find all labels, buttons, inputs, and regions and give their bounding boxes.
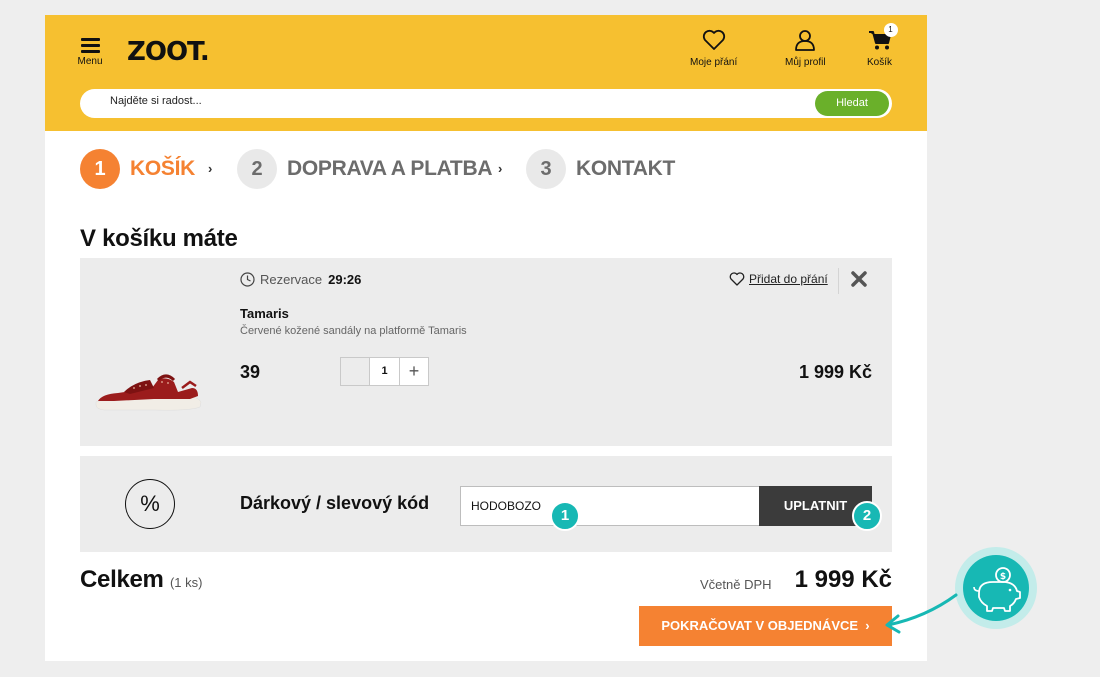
total-quantity: (1 ks)	[169, 575, 203, 590]
page: Menu ZOOT. Moje přání Můj profil 1 Košík…	[45, 15, 927, 661]
step-label: KOŠÍK	[130, 157, 196, 180]
continue-order-label: POKRAČOVAT V OBJEDNÁVCE	[661, 618, 859, 633]
decrease-quantity-button[interactable]	[341, 358, 370, 385]
site-header: Menu ZOOT. Moje přání Můj profil 1 Košík…	[45, 15, 927, 131]
svg-text:$: $	[1000, 572, 1006, 582]
hamburger-menu-icon	[80, 38, 100, 53]
zoot-logo[interactable]: ZOOT.	[127, 37, 210, 67]
cart-item: Rezervace 29:26 Přidat do přání Tamaris …	[80, 258, 892, 446]
total-label: Celkem (1 ks)	[80, 566, 202, 594]
heart-icon	[702, 29, 725, 50]
checkout-steps: 1 KOŠÍK › 2 DOPRAVA A PLATBA › 3 KONTAKT	[80, 149, 892, 189]
product-image[interactable]	[94, 358, 204, 418]
reservation-timer: Rezervace 29:26	[240, 272, 361, 287]
close-icon[interactable]	[850, 270, 868, 288]
divider	[838, 268, 839, 294]
chevron-right-icon: ›	[498, 161, 503, 176]
continue-order-button[interactable]: POKRAČOVAT V OBJEDNÁVCE ›	[639, 606, 892, 646]
piggy-bank-icon: $	[973, 567, 1021, 612]
step-contact[interactable]: 3 KONTAKT	[526, 149, 675, 189]
increase-quantity-button[interactable]: +	[399, 358, 428, 385]
pointer-arrow-icon	[885, 593, 958, 634]
reservation-time: 29:26	[328, 272, 362, 287]
add-to-wishlist-label: Přidat do přání	[749, 272, 828, 286]
cart-link[interactable]: 1 Košík	[867, 23, 898, 68]
quantity-value[interactable]: 1	[370, 358, 399, 385]
user-icon	[795, 30, 816, 51]
total-label-text: Celkem	[80, 566, 164, 593]
product-brand[interactable]: Tamaris	[240, 306, 289, 321]
reservation-label: Rezervace	[260, 272, 323, 287]
product-description: Červené kožené sandály na platformě Tama…	[240, 325, 467, 337]
voucher-code-input[interactable]	[460, 486, 760, 526]
step-number: 2	[237, 149, 277, 189]
percent-icon: %	[125, 479, 175, 529]
step-shipping-payment[interactable]: 2 DOPRAVA A PLATBA	[237, 149, 493, 189]
add-to-wishlist-link[interactable]: Přidat do přání	[729, 272, 828, 286]
vat-label: Včetně DPH	[700, 577, 772, 592]
chevron-right-icon: ›	[861, 618, 870, 633]
piggy-bank-badge: $	[955, 547, 1037, 629]
menu-label: Menu	[77, 56, 103, 67]
heart-icon	[729, 272, 745, 286]
menu-button[interactable]: Menu	[75, 35, 105, 67]
search-bar: Hledat	[80, 89, 892, 118]
step-label: DOPRAVA A PLATBA	[287, 157, 493, 180]
clock-icon	[240, 272, 255, 287]
cart-title: V košíku máte	[80, 225, 238, 252]
profile-label: Můj profil	[785, 57, 826, 68]
search-button[interactable]: Hledat	[815, 91, 889, 116]
step-number: 3	[526, 149, 566, 189]
quantity-stepper: 1 +	[340, 357, 429, 386]
voucher-section: % Dárkový / slevový kód UPLATNIT 1 2	[80, 456, 892, 552]
step-number: 1	[80, 149, 120, 189]
wishlist-link[interactable]: Moje přání	[690, 29, 737, 68]
cart-count-badge: 1	[883, 23, 898, 37]
step-cart[interactable]: 1 KOŠÍK	[80, 149, 195, 189]
step-marker-1: 1	[550, 501, 580, 531]
total-price: 1 999 Kč	[794, 566, 892, 593]
voucher-label: Dárkový / slevový kód	[240, 493, 430, 513]
chevron-right-icon: ›	[208, 161, 213, 176]
search-input[interactable]	[110, 95, 710, 107]
step-marker-2: 2	[852, 501, 882, 531]
piggy-bank-circle: $	[963, 555, 1029, 621]
item-price: 1 999 Kč	[798, 362, 872, 382]
product-size: 39	[240, 362, 261, 382]
profile-link[interactable]: Můj profil	[785, 29, 826, 68]
step-label: KONTAKT	[576, 157, 675, 180]
wishlist-label: Moje přání	[690, 57, 738, 68]
cart-label: Košík	[867, 57, 893, 68]
